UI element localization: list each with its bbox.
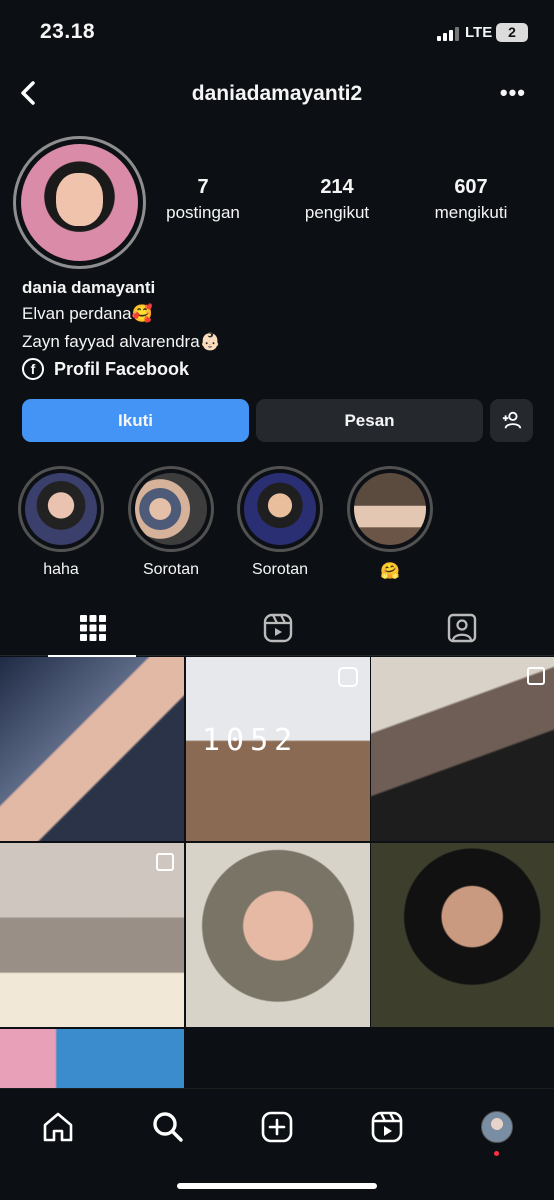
highlight-label: Sorotan (251, 561, 309, 578)
stat-posts-label: postingan (166, 203, 240, 222)
highlight-ring (347, 466, 433, 552)
post-overlay-text: 1052 (202, 723, 299, 758)
stat-following[interactable]: 607 mengikuti (411, 176, 531, 223)
create-icon[interactable] (257, 1107, 297, 1147)
highlight-label: haha (43, 561, 79, 578)
tab-reels[interactable] (185, 600, 370, 656)
tagged-icon (447, 613, 476, 643)
notification-dot (494, 1151, 499, 1156)
post-tile[interactable] (0, 1029, 184, 1089)
stat-posts[interactable]: 7 postingan (143, 176, 263, 223)
profile-name: dania damayanti (22, 278, 156, 297)
highlight-ring (18, 466, 104, 552)
home-indicator (177, 1183, 377, 1189)
highlight-label: Sorotan (142, 561, 200, 578)
facebook-profile-label: Profil Facebook (54, 358, 190, 379)
person-add-icon (502, 411, 521, 429)
carousel-indicator-icon (156, 853, 174, 871)
post-tile[interactable]: 1052 (186, 657, 370, 841)
highlight-item[interactable]: Sorotan (230, 466, 330, 579)
message-button[interactable]: Pesan (256, 399, 483, 442)
grid-icon (79, 615, 106, 641)
post-tile[interactable] (186, 843, 370, 1027)
post-tile[interactable] (0, 657, 184, 841)
follow-button[interactable]: Ikuti (22, 399, 249, 442)
top-nav: daniadamayanti2 ••• (0, 66, 554, 124)
tab-grid[interactable] (0, 600, 185, 657)
stat-posts-value: 7 (197, 176, 209, 198)
avatar-image (21, 144, 138, 261)
reels-icon (263, 613, 292, 643)
profile-avatar-icon (481, 1111, 513, 1143)
home-icon[interactable] (38, 1107, 78, 1147)
tab-tagged[interactable] (369, 600, 554, 656)
carousel-indicator-icon (527, 667, 545, 685)
search-icon[interactable] (148, 1107, 188, 1147)
reels-icon[interactable] (367, 1107, 407, 1147)
highlight-ring (128, 466, 214, 552)
stat-followers[interactable]: 214 pengikut (277, 176, 397, 223)
suggested-people-button[interactable] (490, 399, 533, 442)
signal-icon (437, 27, 459, 41)
highlight-item[interactable]: Sorotan (121, 466, 221, 579)
profile-tab[interactable] (477, 1107, 517, 1147)
story-highlights: haha Sorotan Sorotan 🤗 (0, 466, 554, 581)
stat-followers-label: pengikut (304, 203, 370, 222)
more-horizontal-icon[interactable]: ••• (500, 80, 526, 106)
facebook-profile-link[interactable]: f Profil Facebook (22, 358, 189, 380)
profile-username: daniadamayanti2 (191, 82, 363, 105)
post-tile[interactable] (0, 843, 184, 1027)
profile-bio: dania damayanti Elvan perdana🥰 Zayn fayy… (22, 278, 221, 360)
stat-following-label: mengikuti (434, 203, 508, 222)
profile-avatar[interactable] (13, 136, 146, 269)
status-bar: 23.18 LTE 2 (0, 0, 554, 66)
bio-line: Zayn fayyad alvarendra👶🏻 (22, 332, 221, 351)
highlight-item[interactable]: 🤗 (340, 466, 440, 581)
highlight-ring (237, 466, 323, 552)
stat-followers-value: 214 (320, 176, 354, 198)
highlight-label: 🤗 (380, 563, 400, 580)
reel-indicator-icon (338, 667, 358, 687)
status-time: 23.18 (40, 20, 96, 43)
stat-following-value: 607 (454, 176, 488, 198)
highlight-item[interactable]: haha (11, 466, 111, 579)
post-tile[interactable] (371, 843, 554, 1027)
profile-tabs (0, 600, 554, 657)
network-label: LTE (465, 24, 493, 41)
post-tile[interactable] (371, 657, 554, 841)
facebook-icon: f (22, 358, 44, 380)
battery-icon: 2 (496, 23, 528, 42)
bio-line: Elvan perdana🥰 (22, 304, 153, 323)
